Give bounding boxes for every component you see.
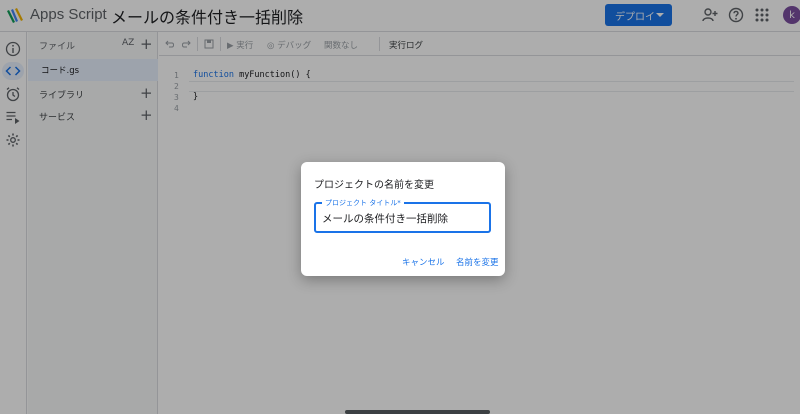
project-title-input[interactable] [322,210,482,226]
project-title-field[interactable]: プロジェクト タイトル* [314,198,491,233]
rename-button[interactable]: 名前を変更 [456,256,499,268]
cancel-button[interactable]: キャンセル [402,256,445,268]
bottom-scrollbar[interactable] [345,410,490,414]
dialog-title: プロジェクトの名前を変更 [314,180,434,191]
field-label: プロジェクト タイトル* [322,198,404,208]
rename-project-dialog: プロジェクトの名前を変更 プロジェクト タイトル* キャンセル 名前を変更 [301,162,505,276]
